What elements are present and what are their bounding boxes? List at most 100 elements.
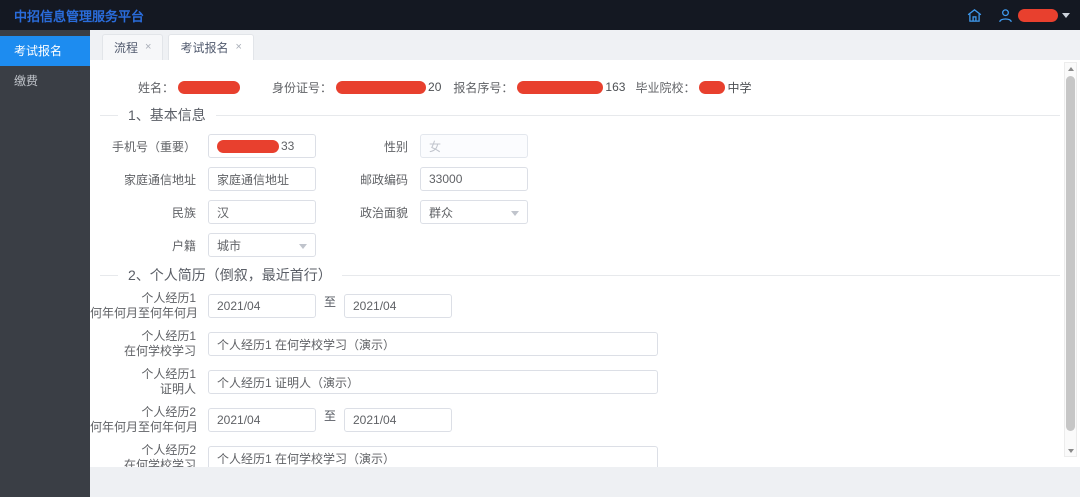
exp1-school-label: 个人经历1 在何学校学习 (90, 329, 208, 359)
identity-name: 姓名： (138, 79, 242, 96)
form-row-address-zip: 家庭通信地址 邮政编码 (90, 167, 1080, 191)
form-row-exp2-dates: 个人经历2 何年何月至何年何月 至 (90, 405, 1080, 435)
date-range-to-label: 至 (323, 409, 336, 423)
tab-exam-registration[interactable]: 考试报名 × (168, 34, 254, 60)
identity-regno-label: 报名序号： (453, 80, 514, 95)
divider (100, 114, 118, 116)
redacted-registration-number (517, 80, 604, 94)
redacted-username (1018, 8, 1058, 22)
identity-id-value: 20 (428, 80, 442, 94)
political-select[interactable]: 群众 (420, 200, 528, 224)
exp2-school-label: 个人经历2 在何学校学习 (90, 443, 208, 467)
exp2-date-to-input[interactable] (344, 408, 452, 432)
form-row-ethnic-political: 民族 政治面貌 群众 (90, 200, 1080, 224)
zip-input[interactable] (420, 167, 528, 191)
tab-process-label: 流程 (114, 41, 139, 55)
exp1-date-from-input[interactable] (208, 294, 316, 318)
home-icon[interactable] (966, 7, 983, 24)
phone-visible-suffix: 33 (281, 139, 295, 153)
form-panel: 姓名： 身份证号： 20 报名序号： 163 毕业院校： 中学 1、基本信息 手… (90, 60, 1080, 467)
household-select[interactable]: 城市 (208, 233, 316, 257)
scroll-up-arrow-icon[interactable] (1065, 63, 1076, 74)
section-title-resume: 2、个人简历（倒叙，最近首行） (100, 266, 1060, 284)
political-label: 政治面貌 (359, 205, 408, 220)
chevron-down-icon (511, 211, 519, 216)
identity-school-label: 毕业院校： (635, 80, 696, 95)
close-icon[interactable]: × (145, 42, 151, 53)
exp1-dates-label: 个人经历1 何年何月至何年何月 (90, 291, 208, 321)
phone-label: 手机号（重要） (111, 139, 196, 154)
topbar-actions (966, 7, 1070, 24)
identity-school-value: 中学 (727, 80, 752, 95)
sidebar: 考试报名 缴费 (0, 30, 90, 497)
section-title-basic-info: 1、基本信息 (100, 106, 1060, 124)
gender-label: 性别 (383, 139, 408, 154)
exp1-certifier-label: 个人经历1 证明人 (90, 367, 208, 397)
form-row-exp1-school: 个人经历1 在何学校学习 (90, 329, 1080, 359)
app-title: 中招信息管理服务平台 (14, 8, 145, 24)
form-row-exp2-school: 个人经历2 在何学校学习 (90, 443, 1080, 467)
exp1-certifier-input[interactable] (208, 370, 658, 394)
scroll-down-arrow-icon[interactable] (1065, 445, 1076, 456)
address-label: 家庭通信地址 (123, 172, 196, 187)
zip-label: 邮政编码 (359, 172, 408, 187)
close-icon[interactable]: × (235, 42, 241, 53)
identity-row: 姓名： 身份证号： 20 报名序号： 163 毕业院校： 中学 (90, 60, 1080, 98)
exp1-dates-label-line1: 个人经历1 (141, 291, 196, 305)
identity-graduation-school: 毕业院校： 中学 (635, 79, 751, 96)
scrollbar-thumb[interactable] (1066, 76, 1075, 431)
sidebar-item-payment[interactable]: 缴费 (0, 66, 90, 96)
exp1-dates-label-line2: 何年何月至何年何月 (90, 306, 199, 320)
household-select-value: 城市 (217, 238, 242, 253)
gender-input (420, 134, 528, 158)
chevron-down-icon (1062, 12, 1070, 18)
redacted-phone (217, 139, 279, 153)
exp2-dates-label-line1: 个人经历2 (141, 405, 196, 419)
user-menu[interactable] (997, 7, 1070, 24)
date-range-to-label: 至 (323, 295, 336, 309)
exp2-dates-label: 个人经历2 何年何月至何年何月 (90, 405, 208, 435)
identity-id-label: 身份证号： (272, 80, 333, 95)
section-title-resume-text: 2、个人简历（倒叙，最近首行） (128, 267, 332, 283)
chevron-down-icon (299, 244, 307, 249)
identity-regno-value: 163 (605, 80, 626, 94)
exp2-school-label-line1: 个人经历2 (141, 443, 196, 457)
divider (341, 274, 1060, 276)
sidebar-item-exam-registration[interactable]: 考试报名 (0, 36, 90, 66)
phone-input[interactable]: 33 (208, 134, 316, 158)
exp2-dates-label-line2: 何年何月至何年何月 (90, 420, 199, 434)
exp2-school-input[interactable] (208, 446, 658, 467)
address-input[interactable] (208, 167, 316, 191)
identity-registration-number: 报名序号： 163 (453, 79, 625, 96)
exp1-school-input[interactable] (208, 332, 658, 356)
app-window: 中招信息管理服务平台 考试报名 缴费 流程 × 考试报名 × 姓名： 身份证号：… (0, 0, 1080, 497)
divider (215, 114, 1060, 116)
tab-exam-registration-label: 考试报名 (180, 41, 229, 55)
exp1-school-label-line1: 个人经历1 (141, 329, 196, 343)
topbar: 中招信息管理服务平台 (0, 0, 1080, 30)
ethnic-label: 民族 (171, 205, 196, 220)
tab-bar: 流程 × 考试报名 × (90, 30, 1080, 60)
ethnic-input[interactable] (208, 200, 316, 224)
form-row-exp1-certifier: 个人经历1 证明人 (90, 367, 1080, 397)
exp2-date-from-input[interactable] (208, 408, 316, 432)
identity-name-label: 姓名： (138, 80, 175, 95)
exp1-date-to-input[interactable] (344, 294, 452, 318)
redacted-school-name (699, 80, 726, 94)
form-row-household: 户籍 城市 (90, 233, 1080, 257)
user-icon (999, 8, 1012, 22)
redacted-name (178, 80, 241, 94)
section-title-basic-info-text: 1、基本信息 (128, 107, 206, 123)
redacted-id-number (336, 80, 427, 94)
exp2-school-label-line2: 在何学校学习 (123, 458, 196, 467)
household-label: 户籍 (171, 238, 196, 253)
tab-process[interactable]: 流程 × (102, 34, 164, 60)
identity-id-number: 身份证号： 20 (272, 79, 441, 96)
vertical-scrollbar[interactable] (1064, 62, 1077, 457)
form-row-phone-gender: 手机号（重要） 33 性别 (90, 134, 1080, 158)
exp1-certifier-label-line1: 个人经历1 (141, 367, 196, 381)
form-row-exp1-dates: 个人经历1 何年何月至何年何月 至 (90, 291, 1080, 321)
political-select-value: 群众 (429, 205, 454, 220)
exp1-certifier-label-line2: 证明人 (159, 382, 196, 396)
divider (100, 274, 118, 276)
